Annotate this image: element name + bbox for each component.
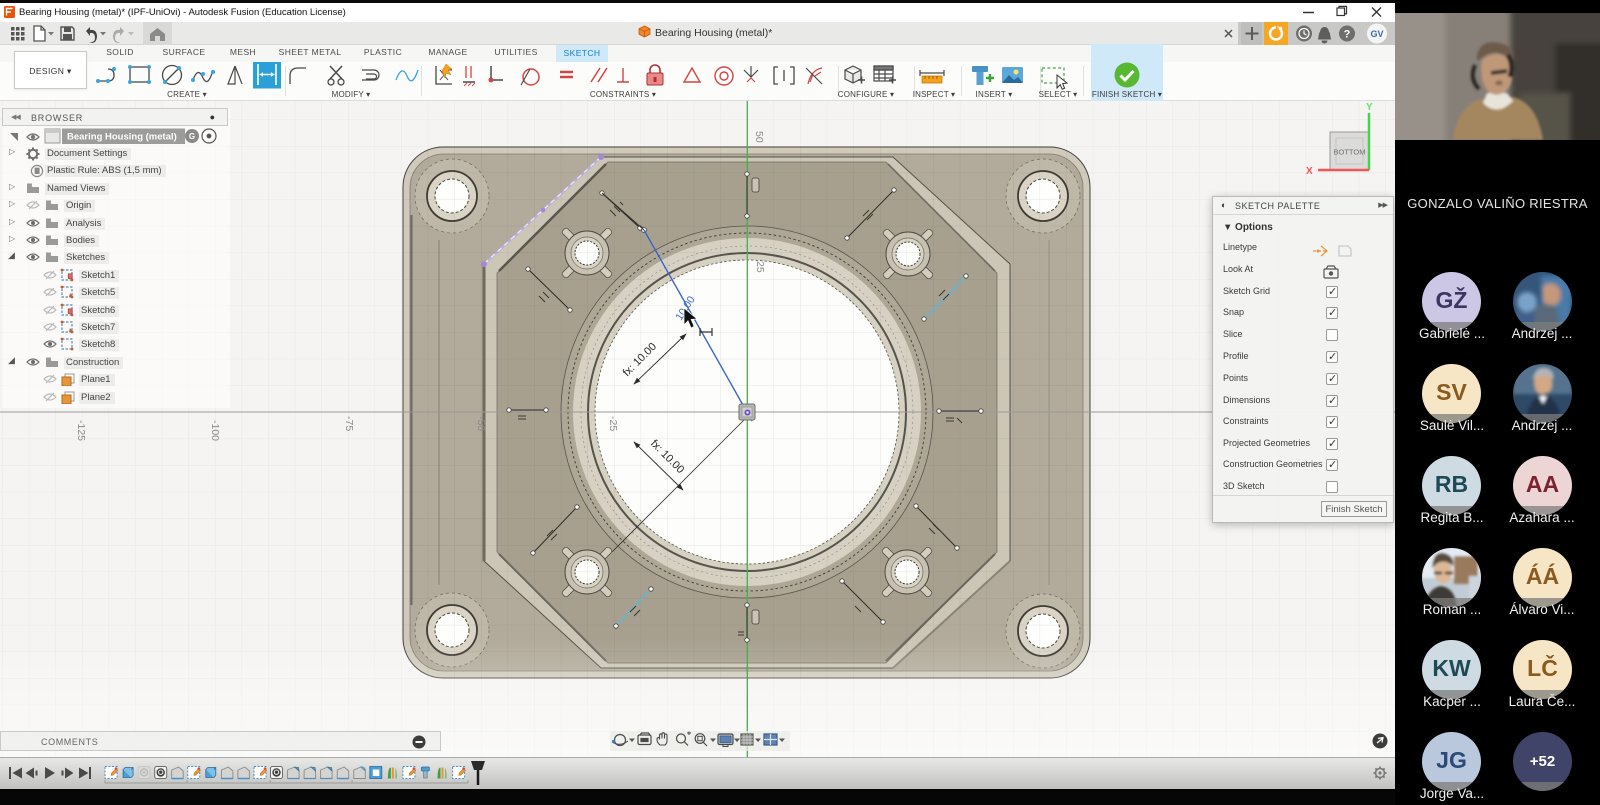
svg-text:GV: GV bbox=[1370, 29, 1383, 39]
svg-text:?: ? bbox=[1344, 29, 1351, 41]
svg-text:Bearing Housing (metal): Bearing Housing (metal) bbox=[67, 132, 177, 143]
svg-text:Y: Y bbox=[1366, 102, 1373, 113]
svg-text:X: X bbox=[1306, 166, 1313, 177]
svg-text:-125: -125 bbox=[75, 420, 87, 441]
svg-text:-50: -50 bbox=[475, 416, 487, 431]
svg-text:BOTTOM: BOTTOM bbox=[1334, 148, 1366, 157]
svg-text:-75: -75 bbox=[343, 416, 355, 431]
svg-text:G: G bbox=[189, 132, 195, 141]
svg-text:50: 50 bbox=[753, 131, 765, 143]
svg-text:-100: -100 bbox=[209, 420, 221, 441]
svg-text:-25: -25 bbox=[607, 416, 619, 431]
svg-text:25: 25 bbox=[754, 261, 766, 273]
